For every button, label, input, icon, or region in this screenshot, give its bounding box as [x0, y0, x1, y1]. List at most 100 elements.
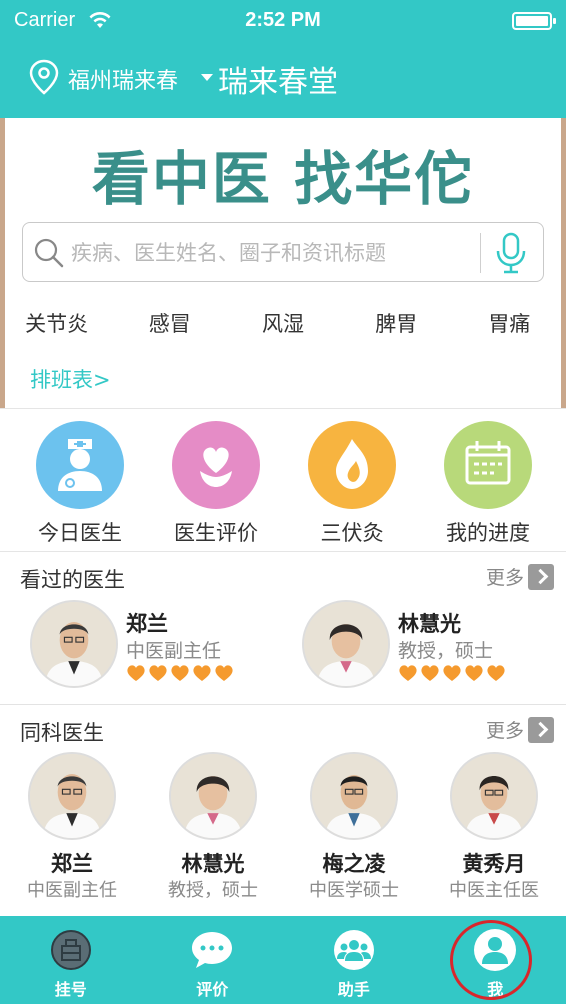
heart-icon [443, 665, 461, 681]
heart-flower-icon [200, 447, 232, 487]
group-icon [333, 930, 374, 970]
colleague-title: 教授，硕士 [168, 880, 258, 901]
location-pin-icon[interactable] [28, 59, 60, 95]
colleague-card[interactable]: 林慧光 教授，硕士 [143, 752, 283, 902]
rating-hearts [398, 664, 506, 682]
hospital-name: 瑞来春堂 [218, 65, 338, 100]
battery-icon [512, 12, 556, 30]
heart-icon [487, 665, 505, 681]
search-input[interactable] [71, 233, 471, 273]
feature-my-progress[interactable]: 我的进度 [418, 409, 554, 551]
colleagues-title: 同科医生 [20, 721, 104, 745]
doctor-photo-male [312, 754, 396, 838]
tag-item[interactable]: 风湿 [226, 308, 339, 342]
status-bar: Carrier 2:52 PM [0, 0, 566, 42]
tab-label: 挂号 [54, 980, 87, 999]
colleague-title: 中医副主任 [27, 880, 117, 901]
doctor-photo-male [30, 754, 114, 838]
avatar[interactable] [30, 600, 118, 688]
doctor-title: 教授，硕士 [398, 640, 494, 662]
chat-icon [192, 932, 233, 968]
rating-hearts [126, 664, 234, 682]
section-divider [0, 704, 566, 705]
heart-icon [127, 665, 145, 681]
feature-today-doctors[interactable]: 今日医生 [10, 409, 146, 551]
feature-label: 三伏灸 [320, 521, 384, 545]
tab-assistant[interactable]: 助手 [283, 916, 425, 1004]
tab-review[interactable]: 评价 [142, 916, 284, 1004]
tab-register[interactable]: 挂号 [0, 916, 142, 1004]
schedule-link[interactable]: 排班表> [30, 364, 111, 394]
chevron-right-icon [528, 716, 554, 743]
bottom-tab-bar: 挂号 评价 助手 我 [0, 916, 566, 1004]
feature-grid: 今日医生 医生评价 三伏灸 我的进度 [0, 408, 566, 552]
heart-icon [171, 665, 189, 681]
feature-icon-bg [444, 421, 532, 509]
colleague-card[interactable]: 梅之凌 中医学硕士 [284, 752, 424, 902]
heart-icon [465, 665, 483, 681]
clock: 2:52 PM [245, 9, 321, 31]
colleague-card[interactable]: 郑兰 中医副主任 [2, 752, 142, 902]
colleague-title: 中医学硕士 [309, 880, 399, 901]
heart-icon [215, 665, 233, 681]
colleague-name: 郑兰 [51, 852, 93, 876]
colleagues-more-button[interactable]: 更多 [486, 716, 554, 743]
top-header: Carrier 2:52 PM 福州瑞来春 瑞来春堂 [0, 0, 566, 118]
heart-icon [399, 665, 417, 681]
more-label: 更多 [485, 720, 524, 742]
doctor-photo-female [171, 754, 255, 838]
microphone-icon[interactable] [493, 231, 529, 275]
doctor-title: 中医副主任 [126, 640, 222, 662]
feature-label: 我的进度 [446, 521, 530, 545]
tag-item[interactable]: 胃痛 [453, 308, 566, 342]
calendar-icon [465, 441, 511, 485]
feature-doctor-reviews[interactable]: 医生评价 [146, 409, 282, 551]
city-selector[interactable]: 福州瑞来春 [68, 63, 178, 95]
feature-icon-bg [308, 421, 396, 509]
avatar [28, 752, 116, 840]
doctor-photo-female [304, 602, 388, 686]
avatar [310, 752, 398, 840]
chevron-right-icon [528, 563, 554, 590]
heart-icon [421, 665, 439, 681]
heart-icon [193, 665, 211, 681]
feature-icon-bg [172, 421, 260, 509]
feature-sanfu-moxibustion[interactable]: 三伏灸 [282, 409, 418, 551]
doctor-icon [58, 439, 102, 491]
tag-item[interactable]: 感冒 [113, 308, 226, 342]
colleague-card[interactable]: 黄秀月 中医主任医 [424, 752, 564, 902]
tab-label: 助手 [337, 980, 370, 999]
viewed-doctors-title: 看过的医生 [20, 568, 125, 592]
location-bar[interactable]: 福州瑞来春 瑞来春堂 [0, 52, 566, 102]
doctor-photo-male [32, 602, 116, 686]
avatar [450, 752, 538, 840]
search-divider [480, 233, 481, 273]
hot-tags: 关节炎 感冒 风湿 脾胃 胃痛 [0, 308, 566, 342]
flame-icon [336, 439, 368, 489]
tag-item[interactable]: 关节炎 [0, 308, 113, 342]
heart-icon [149, 665, 167, 681]
tab-label: 我 [487, 980, 504, 999]
search-box[interactable] [22, 222, 544, 282]
viewed-more-button[interactable]: 更多 [486, 563, 554, 590]
avatar [169, 752, 257, 840]
feature-icon-bg [36, 421, 124, 509]
user-icon [474, 929, 517, 971]
feature-label: 医生评价 [174, 521, 258, 545]
doctor-name: 林慧光 [398, 612, 461, 636]
colleague-title: 中医主任医 [449, 880, 539, 901]
doctor-photo-female [452, 754, 536, 838]
tag-item[interactable]: 脾胃 [340, 308, 453, 342]
tab-label: 评价 [196, 980, 229, 999]
doctor-name: 郑兰 [126, 612, 168, 636]
search-icon [34, 238, 64, 268]
colleague-name: 林慧光 [181, 852, 245, 876]
tab-me[interactable]: 我 [425, 916, 566, 1004]
chevron-down-icon[interactable] [201, 74, 213, 81]
register-icon [50, 930, 91, 970]
colleague-name: 梅之凌 [322, 852, 386, 876]
colleague-name: 黄秀月 [462, 852, 526, 876]
avatar[interactable] [302, 600, 390, 688]
more-label: 更多 [485, 567, 524, 589]
slogan: 看中医 找华佗 [91, 145, 475, 213]
